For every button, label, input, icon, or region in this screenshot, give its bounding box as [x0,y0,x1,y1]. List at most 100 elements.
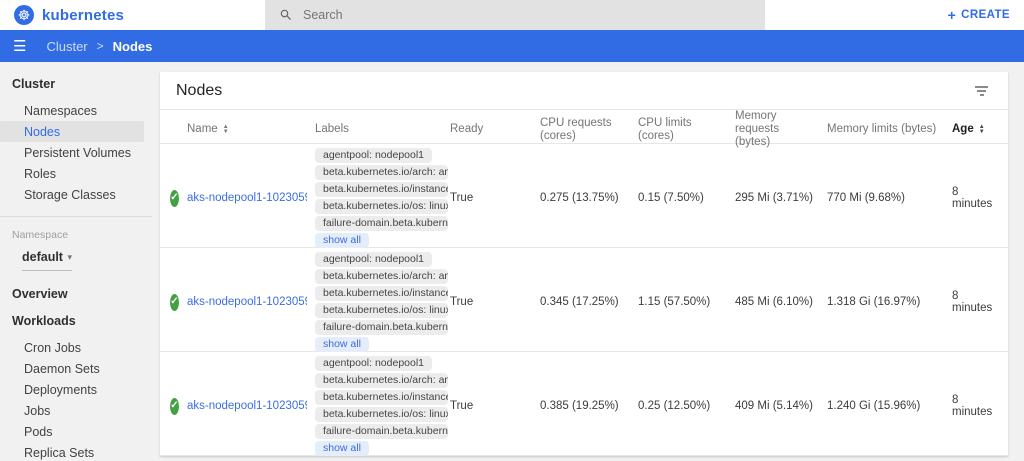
show-all-button[interactable]: show all [315,441,369,456]
cpu-requests-cell: 0.345 (17.25%) [540,248,638,356]
cpu-requests-cell: 0.275 (13.75%) [540,144,638,252]
label-chip: failure-domain.beta.kubernet… [315,216,448,231]
node-name-link[interactable]: aks-nodepool1-10230590-vm… [187,296,307,308]
memory-limits-cell: 1.318 Gi (16.97%) [827,248,952,356]
node-labels-cell: agentpool: nodepool1 beta.kubernetes.io/a… [315,144,450,252]
label-chip: beta.kubernetes.io/instance-t… [315,390,448,405]
table-row: ✓ aks-nodepool1-10230590-vm… agentpool: no… [160,352,1008,456]
node-status-cell: ✓ [170,248,187,356]
brand-name: kubernetes [42,7,124,24]
sidebar-item-daemon-sets[interactable]: Daemon Sets [0,358,152,379]
namespace-selected-value: default [22,250,63,264]
node-name-link[interactable]: aks-nodepool1-10230590-vm… [187,400,307,412]
node-labels-cell: agentpool: nodepool1 beta.kubernetes.io/a… [315,352,450,456]
show-all-button[interactable]: show all [315,233,369,248]
ready-cell: True [450,248,540,356]
sidebar-item-cron-jobs[interactable]: Cron Jobs [0,337,152,358]
label-chip: agentpool: nodepool1 [315,356,432,371]
status-ok-icon: ✓ [170,398,179,415]
breadcrumb-separator-icon: > [97,39,104,53]
memory-requests-cell: 409 Mi (5.14%) [735,352,827,456]
label-chip: beta.kubernetes.io/os: linux [315,199,448,214]
card-title-row: Nodes [160,72,1008,110]
memory-requests-cell: 485 Mi (6.10%) [735,248,827,356]
search-icon [279,8,293,22]
page-title: Nodes [176,82,222,100]
column-header-name-label: Name [187,123,218,136]
node-labels-cell: agentpool: nodepool1 beta.kubernetes.io/a… [315,248,450,356]
sidebar-item-replica-sets[interactable]: Replica Sets [0,442,152,461]
column-header-age-label: Age [952,123,974,136]
sidebar-item-namespaces[interactable]: Namespaces [0,100,152,121]
label-chip: beta.kubernetes.io/arch: amd… [315,165,448,180]
age-cell: 8 minutes [952,352,1008,456]
sidebar-cluster-items: NamespacesNodesPersistent VolumesRolesSt… [0,100,152,205]
age-cell: 8 minutes [952,248,1008,356]
search-bar[interactable] [265,0,765,30]
sidebar-nav: Cluster NamespacesNodesPersistent Volume… [0,62,152,461]
label-chip: beta.kubernetes.io/arch: amd… [315,269,448,284]
node-status-cell: ✓ [170,352,187,456]
node-name-link[interactable]: aks-nodepool1-10230590-vm… [187,192,307,204]
breadcrumb-bar: ☰ Cluster > Nodes [0,30,1024,62]
sort-icon: ▲▼ [223,125,229,135]
label-chip: beta.kubernetes.io/os: linux [315,407,448,422]
memory-requests-cell: 295 Mi (3.71%) [735,144,827,252]
sidebar-item-nodes[interactable]: Nodes [0,121,144,142]
label-chip: agentpool: nodepool1 [315,148,432,163]
node-status-cell: ✓ [170,144,187,252]
sidebar-item-persistent-volumes[interactable]: Persistent Volumes [0,142,152,163]
breadcrumb-current-page: Nodes [113,39,153,54]
kubernetes-logo-icon: ☸ [14,5,34,25]
table-body: ✓ aks-nodepool1-10230590-vm… agentpool: no… [160,144,1008,456]
sort-icon: ▲▼ [979,125,985,135]
cpu-requests-cell: 0.385 (19.25%) [540,352,638,456]
app-logo[interactable]: ☸ kubernetes [0,5,124,25]
sidebar-item-storage-classes[interactable]: Storage Classes [0,184,152,205]
create-button-label: CREATE [961,9,1010,21]
table-row: ✓ aks-nodepool1-10230590-vm… agentpool: no… [160,144,1008,248]
app-header: ☸ kubernetes + CREATE [0,0,1024,30]
sidebar-item-pods[interactable]: Pods [0,421,152,442]
create-button[interactable]: + CREATE [948,0,1010,30]
namespace-select[interactable]: default ▾ [22,250,72,271]
label-chip: beta.kubernetes.io/instance-t… [315,286,448,301]
sidebar-item-overview[interactable]: Overview [0,271,152,301]
sidebar-header-workloads[interactable]: Workloads [0,301,152,337]
hamburger-menu-icon[interactable]: ☰ [13,39,26,54]
sidebar-item-jobs[interactable]: Jobs [0,400,152,421]
cpu-limits-cell: 0.25 (12.50%) [638,352,735,456]
namespace-label: Namespace [0,217,152,241]
label-chip: beta.kubernetes.io/arch: amd… [315,373,448,388]
label-chip: beta.kubernetes.io/instance-t… [315,182,448,197]
search-input[interactable] [303,8,703,22]
cpu-limits-cell: 1.15 (57.50%) [638,248,735,356]
node-name-cell: aks-nodepool1-10230590-vm… [187,352,315,456]
node-name-cell: aks-nodepool1-10230590-vm… [187,144,315,252]
breadcrumb-section[interactable]: Cluster [46,39,87,54]
ready-cell: True [450,352,540,456]
filter-icon[interactable] [971,82,992,100]
label-chip: failure-domain.beta.kubernet… [315,424,448,439]
table-header-row: Name ▲▼ Labels Ready CPU requests (cores… [160,110,1008,144]
memory-limits-cell: 770 Mi (9.68%) [827,144,952,252]
label-chip: agentpool: nodepool1 [315,252,432,267]
status-ok-icon: ✓ [170,294,179,311]
label-chip: failure-domain.beta.kubernet… [315,320,448,335]
status-ok-icon: ✓ [170,190,179,207]
ready-cell: True [450,144,540,252]
plus-icon: + [948,8,957,22]
cpu-limits-cell: 0.15 (7.50%) [638,144,735,252]
age-cell: 8 minutes [952,144,1008,252]
table-row: ✓ aks-nodepool1-10230590-vm… agentpool: no… [160,248,1008,352]
sidebar-header-cluster[interactable]: Cluster [0,62,152,100]
node-name-cell: aks-nodepool1-10230590-vm… [187,248,315,356]
show-all-button[interactable]: show all [315,337,369,352]
chevron-down-icon: ▾ [67,252,72,263]
sidebar-workload-items: Cron JobsDaemon SetsDeploymentsJobsPodsR… [0,337,152,461]
sidebar-item-roles[interactable]: Roles [0,163,152,184]
nodes-card: Nodes Name ▲▼ Labels Ready CPU requests … [160,72,1008,456]
label-chip: beta.kubernetes.io/os: linux [315,303,448,318]
sidebar-item-deployments[interactable]: Deployments [0,379,152,400]
memory-limits-cell: 1.240 Gi (15.96%) [827,352,952,456]
